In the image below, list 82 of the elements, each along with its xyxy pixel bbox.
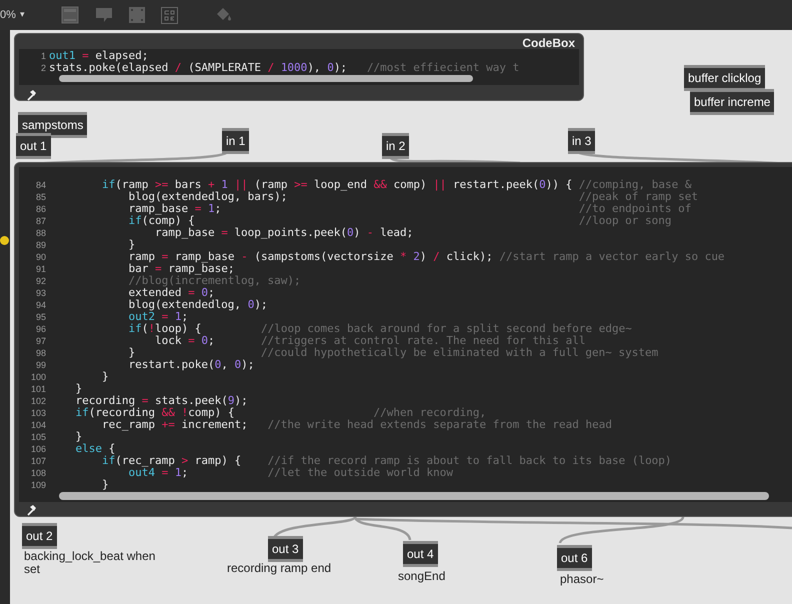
line-number: 90 <box>34 251 47 263</box>
code-line: } <box>100 371 109 383</box>
code-line: } <box>74 383 82 395</box>
code-line: out1 = elapsed; <box>49 50 148 62</box>
code-line: blog(extendedlog, bars); //peak of ramp set <box>128 191 698 203</box>
code-line: //blog(incrementlog, saw); <box>127 275 301 287</box>
code-line: out4 = 1; //let the outside world know <box>128 467 454 479</box>
code-line: recording = stats.peek(9); <box>74 395 248 407</box>
patch-object[interactable]: in 2 <box>382 133 410 159</box>
line-number: 95 <box>34 311 47 323</box>
scrollbar[interactable] <box>59 492 769 500</box>
panel-icon[interactable] <box>60 6 79 24</box>
line-number: 92 <box>34 275 47 287</box>
zoom-level[interactable]: 0% <box>0 6 16 24</box>
patch-object[interactable]: out 3 <box>268 536 303 562</box>
line-number: 87 <box>34 215 47 227</box>
code-line: lock = 0; //triggers at control rate. The need for this all <box>154 335 586 347</box>
line-number: 89 <box>34 239 47 251</box>
line-number: 106 <box>30 443 47 455</box>
code-icon[interactable] <box>160 6 178 24</box>
patch-object[interactable]: out 1 <box>16 133 51 159</box>
code-line: ramp_base = loop_points.peek(0) - lead; <box>154 227 414 239</box>
code-line: out2 = 1; <box>127 311 188 323</box>
patch-comment: phasor~ <box>560 573 605 586</box>
hammer-icon[interactable] <box>25 504 37 516</box>
line-number: 86 <box>34 203 47 215</box>
line-number: 94 <box>34 299 47 311</box>
patch-object[interactable]: sampstoms <box>18 112 88 138</box>
patch-comment: songEnd <box>398 570 446 583</box>
line-number: 103 <box>30 407 47 419</box>
line-number: 108 <box>30 467 47 479</box>
line-number: 88 <box>34 227 47 239</box>
line-number: 105 <box>30 431 47 443</box>
line-number: 100 <box>30 371 47 383</box>
dropdown-caret[interactable]: ▾ <box>20 8 25 22</box>
scrollbar[interactable] <box>59 75 473 82</box>
code-line: extended = 0; <box>127 287 215 299</box>
code-line: } <box>127 239 136 251</box>
code-line: rec_ramp += increment; //the write head extends separate from the read head <box>102 419 612 431</box>
comment-icon[interactable] <box>94 7 113 23</box>
patch-object[interactable]: in 1 <box>222 128 250 154</box>
line-number: 101 <box>30 383 47 395</box>
code-line: ramp_base = 1; //to endpoints of <box>127 203 692 215</box>
frame-icon[interactable] <box>128 7 145 23</box>
patch-object[interactable]: out 2 <box>22 523 57 549</box>
code-line: if(comp) { //loop or song <box>127 215 672 227</box>
patch-object[interactable]: buffer clicklog <box>684 65 766 91</box>
line-number: 85 <box>34 191 47 203</box>
code-line: ramp = ramp_base - (sampstoms(vectorsize * 2) / click); //start ramp a vector early so cue <box>127 251 725 263</box>
code-line: restart.poke(0, 0); <box>127 359 254 371</box>
patch-object[interactable]: in 3 <box>568 128 596 154</box>
line-number: 96 <box>34 323 47 335</box>
patch-comment: backing_lock_beat when set <box>24 550 156 576</box>
line-number: 2 <box>40 62 47 74</box>
code-line: blog(extendedlog, 0); <box>127 299 268 311</box>
hammer-icon[interactable] <box>25 89 37 101</box>
line-number: 102 <box>30 395 47 407</box>
code-line: if(ramp >= bars + 1 || (ramp >= loop_end && comp) || restart.peek(0)) { //comping, base & <box>100 179 692 191</box>
code-line: else { <box>74 443 116 455</box>
codebox-title: CodeBox <box>522 36 575 48</box>
patch-object[interactable]: buffer increme <box>690 89 774 115</box>
code-line: if(!loop) { //loop comes back around for a split second before edge~ <box>127 323 632 335</box>
code-line: } <box>100 479 109 491</box>
line-number: 107 <box>30 455 47 467</box>
patch-object[interactable]: out 6 <box>557 545 592 571</box>
code-line: stats.poke(elapsed / (SAMPLERATE / 1000), 0); //most effiecient way t <box>49 62 520 74</box>
line-number: 97 <box>34 335 47 347</box>
line-number: 109 <box>30 479 47 491</box>
code-line: bar = ramp_base; <box>127 263 234 275</box>
line-number: 104 <box>30 419 47 431</box>
line-number: 99 <box>34 359 47 371</box>
code-line: if(rec_ramp > ramp) { //if the record ramp is about to fall back to its base (loop) <box>100 455 672 467</box>
line-number: 91 <box>34 263 47 275</box>
line-number: 84 <box>34 179 47 191</box>
code-line: if(recording && !comp) { //when recording, <box>74 407 486 419</box>
code-line: } <box>74 431 82 443</box>
patch-comment: recording ramp end <box>227 562 332 575</box>
code-line: } //could hypothetically be eliminated with a full gen~ system <box>127 347 658 359</box>
patch-object[interactable]: out 4 <box>403 541 438 567</box>
line-number: 93 <box>34 287 47 299</box>
line-number: 98 <box>34 347 47 359</box>
line-number: 1 <box>40 50 47 62</box>
